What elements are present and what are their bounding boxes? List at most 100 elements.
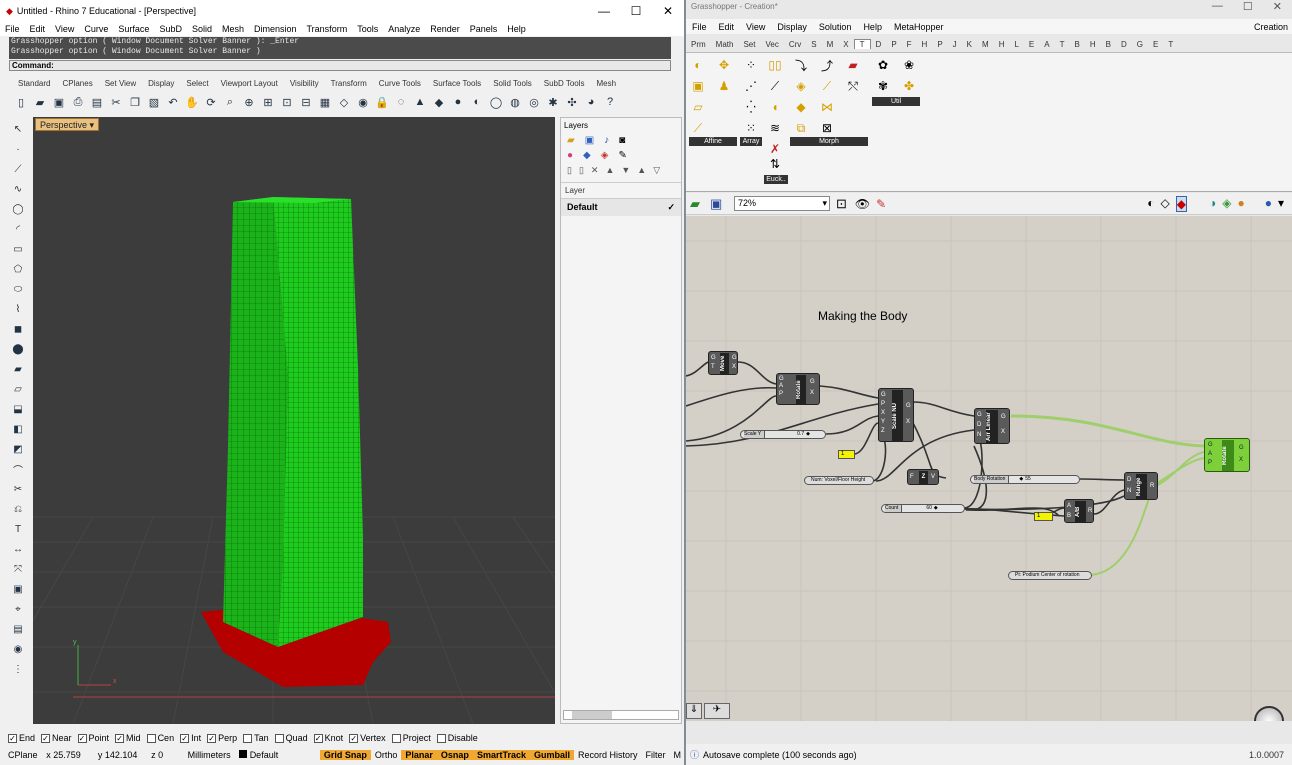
gh-menu-display[interactable]: Display xyxy=(771,22,813,32)
gh-canvas[interactable]: Making the Body Move G T G X Rotate G A P G X Sca… xyxy=(686,216,1292,721)
selected-only-icon[interactable]: ◑ xyxy=(1209,196,1216,212)
ellipse-icon[interactable]: ⬭ xyxy=(10,280,26,299)
light-icon[interactable]: ◌ xyxy=(392,94,410,110)
rotate-component-2[interactable]: Rotate G A P G X xyxy=(1204,438,1250,472)
osnap-perp[interactable]: ✓ Perp xyxy=(207,733,237,743)
gh-tab[interactable]: B xyxy=(1070,40,1085,49)
globe-icon[interactable]: ● xyxy=(1265,196,1272,212)
viewport-title[interactable]: Perspective ▾ xyxy=(35,118,100,131)
env-icon[interactable]: ◍ xyxy=(506,94,524,110)
inverse-icon[interactable]: ✾ xyxy=(874,77,892,95)
rotate-component-1[interactable]: Rotate G A P G X xyxy=(776,373,820,405)
osnap-end[interactable]: ✓ End xyxy=(8,733,35,743)
twist-icon[interactable]: ⟋ xyxy=(818,77,836,95)
menu-item-view[interactable]: View xyxy=(50,24,79,34)
gh-tab[interactable]: E xyxy=(1024,40,1039,49)
count-slider[interactable]: Count 60 ◆ xyxy=(881,504,965,513)
gh-menu-view[interactable]: View xyxy=(740,22,771,32)
layer-icon[interactable]: ▤ xyxy=(10,620,26,639)
toggle-record-history[interactable]: Record History xyxy=(574,750,642,760)
project-icon[interactable]: ▣ xyxy=(689,77,707,95)
menu-item-analyze[interactable]: Analyze xyxy=(383,24,425,34)
save-icon[interactable]: ▣ xyxy=(50,94,68,110)
zoom-extents-icon[interactable]: ⊞ xyxy=(259,94,277,110)
move-up-icon[interactable]: ▲ xyxy=(605,165,614,176)
preview-off-icon[interactable]: ◐ xyxy=(1147,196,1154,212)
options-icon[interactable]: ⋮ xyxy=(10,660,26,679)
osnap-int[interactable]: ✓ Int xyxy=(180,733,201,743)
gh-menu-help[interactable]: Help xyxy=(857,22,888,32)
toggle-ortho[interactable]: Ortho xyxy=(371,750,402,760)
zoom-icon[interactable]: ⌕ xyxy=(221,94,239,110)
parent-icon[interactable]: ▲ xyxy=(637,165,646,176)
gh-tab[interactable]: M xyxy=(822,40,839,49)
mesh-quality-icon[interactable]: ◈ xyxy=(1222,196,1231,212)
menu-item-edit[interactable]: Edit xyxy=(25,24,51,34)
gh-tab[interactable]: H xyxy=(994,40,1010,49)
fillet-icon[interactable]: ⌒ xyxy=(10,460,26,479)
dimension-icon[interactable]: ↔ xyxy=(10,540,26,559)
osnap-project[interactable]: Project xyxy=(391,733,431,743)
toolbar-tab[interactable]: CPlanes xyxy=(56,79,98,90)
delete-icon[interactable]: ✕ xyxy=(591,165,599,176)
open-icon[interactable]: ▰ xyxy=(31,94,49,110)
layers-scrollbar[interactable] xyxy=(563,710,679,720)
osnap-mid[interactable]: ✓ Mid xyxy=(115,733,141,743)
select-icon[interactable]: ◉ xyxy=(354,94,372,110)
menu-item-help[interactable]: Help xyxy=(502,24,531,34)
import-icon[interactable]: ▤ xyxy=(88,94,106,110)
shaded-icon[interactable]: ◆ xyxy=(1175,195,1187,212)
gh-tab[interactable]: K xyxy=(962,40,977,49)
z-vector-component[interactable]: ZFV xyxy=(907,469,939,485)
osnap-cen[interactable]: Cen xyxy=(146,733,174,743)
text-icon[interactable]: T xyxy=(10,520,26,539)
new-layer-icon[interactable]: ▯ xyxy=(567,165,572,176)
perspective-viewport[interactable]: Perspective ▾ x y xyxy=(33,117,555,724)
osnap-tan[interactable]: Tan xyxy=(243,733,269,743)
rendered-icon[interactable]: ◎ xyxy=(525,94,543,110)
osnap-near[interactable]: ✓ Near xyxy=(41,733,72,743)
toolbar-tab[interactable]: Transform xyxy=(325,79,373,90)
wrench-icon[interactable]: ✎ xyxy=(618,150,626,161)
canvas-shape-icon[interactable]: ✈ xyxy=(704,703,730,719)
osnap-knot[interactable]: ✓ Knot xyxy=(313,733,343,743)
orient-direction-icon[interactable]: ≋ xyxy=(766,119,784,137)
close-button[interactable]: ✕ xyxy=(652,4,684,18)
transform-icon[interactable]: ⤧ xyxy=(10,560,26,579)
zoom-dropdown[interactable]: 72% ▾ xyxy=(734,196,830,211)
curve-array-icon[interactable]: ⁘ xyxy=(742,56,760,74)
wireframe-icon[interactable]: ◇ xyxy=(1161,196,1170,212)
osnap-point[interactable]: ✓ Point xyxy=(77,733,109,743)
polar-array-icon[interactable]: ⁛ xyxy=(742,98,760,116)
splop-icon[interactable]: ⋈ xyxy=(818,98,836,116)
toggle-grid-snap[interactable]: Grid Snap xyxy=(319,750,371,760)
layer-row[interactable]: Default ✓ xyxy=(561,199,681,216)
menu-item-mesh[interactable]: Mesh xyxy=(217,24,249,34)
menu-item-panels[interactable]: Panels xyxy=(465,24,503,34)
grasshopper-icon[interactable]: ✣ xyxy=(563,94,581,110)
arc-icon[interactable]: ◜ xyxy=(10,220,26,239)
select-arrow-icon[interactable]: ↖ xyxy=(10,120,26,139)
map-srf-icon[interactable]: ▰ xyxy=(844,56,862,74)
gh-maximize-button[interactable]: ☐ xyxy=(1243,0,1253,13)
surface-box-icon[interactable]: ⊠ xyxy=(818,119,836,137)
gh-tab[interactable]: Set xyxy=(738,40,760,49)
gh-tab[interactable]: D xyxy=(871,40,887,49)
panel-2[interactable]: 1 xyxy=(1034,512,1053,521)
rect-array-icon[interactable]: ⁙ xyxy=(742,119,760,137)
lock-icon[interactable]: 🔒 xyxy=(373,94,391,110)
gh-tab[interactable]: S xyxy=(806,40,821,49)
mesh-icon[interactable]: ◧ xyxy=(10,420,26,439)
menu-item-transform[interactable]: Transform xyxy=(302,24,353,34)
osnap-quad[interactable]: Quad xyxy=(274,733,308,743)
menu-item-tools[interactable]: Tools xyxy=(352,24,383,34)
canvas-download-icon[interactable]: ⇓ xyxy=(686,703,702,719)
gh-tab[interactable]: Prm xyxy=(686,40,711,49)
arr-linear-component[interactable]: Arr Linear G D N G X xyxy=(974,408,1010,444)
move-icon[interactable]: ▯▯ xyxy=(766,56,784,74)
filter-icon[interactable]: ▽ xyxy=(653,165,660,176)
move-component[interactable]: Move G T G X xyxy=(708,351,738,375)
sphere-icon[interactable]: ◯ xyxy=(487,94,505,110)
gh-tab[interactable]: P xyxy=(886,40,901,49)
gh-tab[interactable]: D xyxy=(1116,40,1132,49)
